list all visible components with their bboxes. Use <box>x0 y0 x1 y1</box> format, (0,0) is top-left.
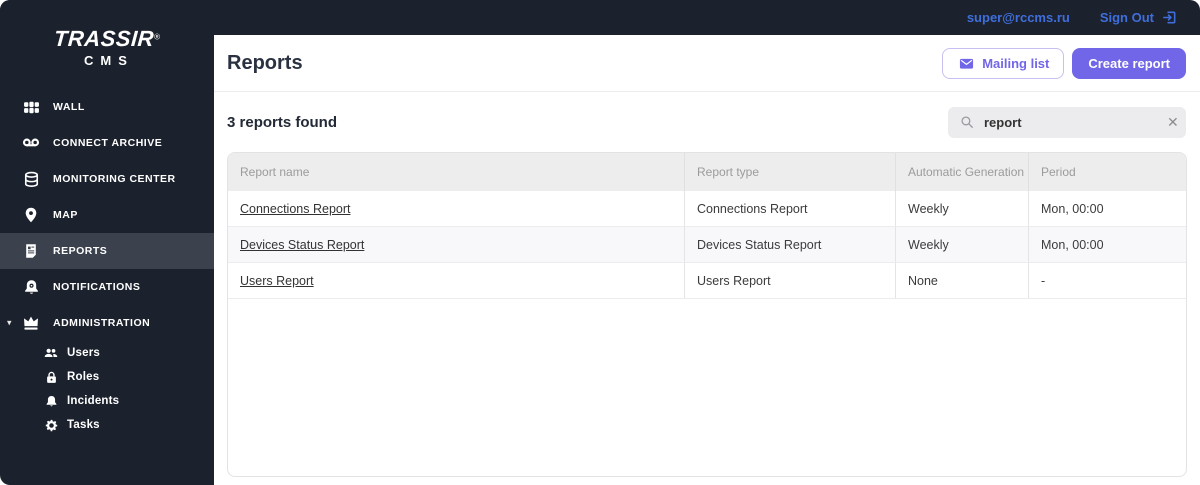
header-actions: Mailing list Create report <box>942 47 1186 79</box>
sign-out-icon <box>1160 10 1178 25</box>
create-report-button[interactable]: Create report <box>1072 47 1186 79</box>
sidebar-item-roles[interactable]: Roles <box>0 365 214 389</box>
report-link[interactable]: Users Report <box>240 274 314 288</box>
administration-subnav: Users Roles Incidents Tasks <box>0 341 214 437</box>
sidebar-item-label: CONNECT ARCHIVE <box>53 137 163 149</box>
table-row: Users Report Users Report None - <box>228 263 1186 299</box>
period-cell: - <box>1028 263 1186 298</box>
mailing-list-label: Mailing list <box>982 55 1050 71</box>
auto-generation-cell: None <box>895 263 1028 298</box>
registered-mark: ® <box>154 32 160 42</box>
sidebar-subitem-label: Incidents <box>67 395 120 407</box>
sidebar-nav: WALL CONNECT ARCHIVE MONITORING CENTER M… <box>0 89 214 437</box>
sidebar-subitem-label: Roles <box>67 371 100 383</box>
sidebar-item-label: NOTIFICATIONS <box>53 281 141 293</box>
sidebar-subitem-label: Users <box>67 347 100 359</box>
sidebar-subitem-label: Tasks <box>67 419 100 431</box>
table-header-row: Report name Report type Automatic Genera… <box>228 153 1186 191</box>
logo-brand-text: TRASSIR <box>53 26 155 51</box>
report-link[interactable]: Devices Status Report <box>240 238 364 252</box>
main-content: Reports Mailing list Create report 3 rep… <box>214 35 1200 485</box>
mailing-list-button[interactable]: Mailing list <box>942 47 1065 79</box>
map-pin-icon <box>22 206 40 224</box>
trassir-logo: TRASSIR® CMS <box>0 26 214 68</box>
video-wall-icon <box>22 98 40 116</box>
envelope-icon <box>957 56 975 71</box>
report-document-icon <box>22 242 40 260</box>
sidebar-item-map[interactable]: MAP <box>0 197 214 233</box>
search-box[interactable]: ✕ <box>948 106 1186 138</box>
sidebar-item-monitoring-center[interactable]: MONITORING CENTER <box>0 161 214 197</box>
sidebar-item-label: MONITORING CENTER <box>53 173 176 185</box>
sign-out-label: Sign Out <box>1099 10 1154 25</box>
table-row: Devices Status Report Devices Status Rep… <box>228 227 1186 263</box>
sidebar-item-administration[interactable]: ▾ ADMINISTRATION <box>0 305 214 341</box>
sign-out-button[interactable]: Sign Out <box>1100 10 1178 25</box>
sidebar: TRASSIR® CMS WALL CONNECT ARCHIVE MONITO… <box>0 0 214 485</box>
results-toolbar: 3 reports found ✕ <box>214 92 1200 152</box>
search-icon <box>958 115 976 129</box>
create-report-label: Create report <box>1088 55 1170 71</box>
sidebar-item-label: WALL <box>53 101 85 113</box>
bell-icon <box>44 394 58 408</box>
column-header-report-name: Report name <box>240 165 310 179</box>
sidebar-item-wall[interactable]: WALL <box>0 89 214 125</box>
auto-generation-cell: Weekly <box>895 227 1028 262</box>
crown-icon <box>22 314 40 332</box>
sidebar-item-tasks[interactable]: Tasks <box>0 413 214 437</box>
chevron-down-icon[interactable]: ▾ <box>7 317 12 328</box>
user-email-link[interactable]: super@rccms.ru <box>967 10 1070 25</box>
lock-icon <box>44 370 58 384</box>
column-header-automatic-generation: Automatic Generation <box>895 153 1028 191</box>
sidebar-item-label: ADMINISTRATION <box>53 317 151 329</box>
app-window: super@rccms.ru Sign Out TRASSIR® CMS WAL… <box>0 0 1200 485</box>
auto-generation-cell: Weekly <box>895 191 1028 226</box>
gear-icon <box>44 418 58 432</box>
clear-search-icon[interactable]: ✕ <box>1167 115 1179 129</box>
sidebar-item-incidents[interactable]: Incidents <box>0 389 214 413</box>
sidebar-item-label: MAP <box>53 209 78 221</box>
sidebar-item-label: REPORTS <box>53 245 108 257</box>
sidebar-item-users[interactable]: Users <box>0 341 214 365</box>
database-icon <box>22 170 40 188</box>
sidebar-item-reports[interactable]: REPORTS <box>0 233 214 269</box>
column-header-report-type: Report type <box>684 153 895 191</box>
sidebar-item-notifications[interactable]: NOTIFICATIONS <box>0 269 214 305</box>
report-link[interactable]: Connections Report <box>240 202 350 216</box>
page-title: Reports <box>227 51 303 74</box>
table-row: Connections Report Connections Report We… <box>228 191 1186 227</box>
logo-sub-text: CMS <box>84 53 134 68</box>
page-header: Reports Mailing list Create report <box>214 35 1200 92</box>
archive-reel-icon <box>22 134 40 152</box>
column-header-period: Period <box>1028 153 1186 191</box>
report-type-cell: Devices Status Report <box>684 227 895 262</box>
search-input[interactable] <box>984 114 1159 130</box>
results-count: 3 reports found <box>227 113 338 131</box>
report-type-cell: Connections Report <box>684 191 895 226</box>
users-icon <box>44 346 58 360</box>
reports-table: Report name Report type Automatic Genera… <box>227 152 1187 477</box>
period-cell: Mon, 00:00 <box>1028 191 1186 226</box>
notification-bell-icon <box>22 278 40 296</box>
report-type-cell: Users Report <box>684 263 895 298</box>
period-cell: Mon, 00:00 <box>1028 227 1186 262</box>
sidebar-item-connect-archive[interactable]: CONNECT ARCHIVE <box>0 125 214 161</box>
